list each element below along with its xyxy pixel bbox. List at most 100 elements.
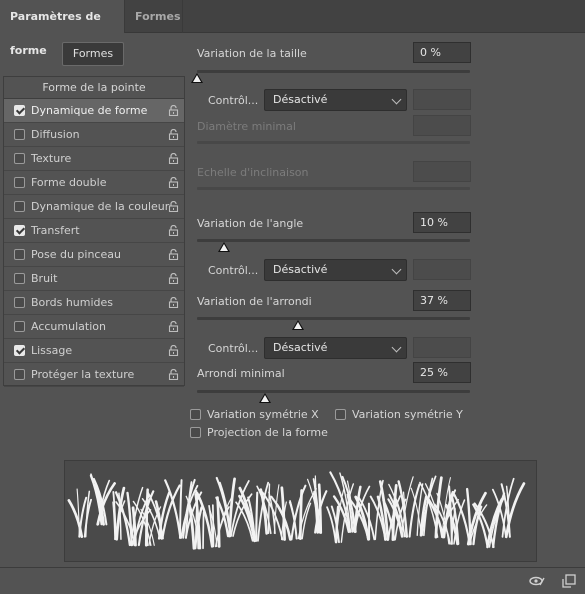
min-roundness-slider[interactable] [197, 390, 470, 393]
grass-blade [255, 491, 259, 542]
angle-variation-slider[interactable] [197, 239, 470, 242]
min-roundness-label: Arrondi minimal [197, 367, 285, 380]
option-checkbox[interactable] [14, 249, 25, 260]
chevron-down-icon [391, 264, 402, 275]
tab-brushes[interactable]: Formes [125, 0, 183, 33]
brush-option-item[interactable]: Bruit [4, 267, 184, 291]
option-label: Protéger la texture [31, 368, 135, 381]
option-label: Dynamique de forme [31, 104, 148, 117]
control-extra-field-2 [413, 259, 471, 280]
brush-option-item[interactable]: Transfert [4, 219, 184, 243]
chevron-down-icon [391, 342, 402, 353]
brush-option-item[interactable]: Dynamique de forme [4, 99, 184, 123]
control-label-1: Contrôl... [208, 94, 259, 107]
lock-icon[interactable] [168, 345, 179, 356]
tilt-scale-field [413, 161, 471, 182]
option-label: Transfert [31, 224, 80, 237]
lock-icon[interactable] [168, 273, 179, 284]
lock-icon[interactable] [168, 201, 179, 212]
brush-projection-checkbox[interactable] [190, 427, 201, 438]
brush-option-item[interactable]: Dynamique de la couleur [4, 195, 184, 219]
roundness-variation-thumb[interactable] [292, 320, 304, 330]
option-checkbox[interactable] [14, 105, 25, 116]
size-variation-label: Variation de la taille [197, 47, 307, 60]
tilt-scale-label: Echelle d'inclinaison [197, 166, 309, 179]
min-roundness-thumb[interactable] [259, 393, 272, 403]
brush-option-item[interactable]: Pose du pinceau [4, 243, 184, 267]
brush-options-list: Forme de la pointe Dynamique de forme Dif… [3, 76, 185, 387]
option-checkbox[interactable] [14, 177, 25, 188]
lock-icon[interactable] [168, 153, 179, 164]
flip-x-checkbox[interactable] [190, 409, 201, 420]
option-checkbox[interactable] [14, 129, 25, 140]
option-checkbox[interactable] [14, 225, 25, 236]
lock-icon[interactable] [168, 321, 179, 332]
angle-variation-label: Variation de l'angle [197, 217, 304, 230]
option-label: Dynamique de la couleur [31, 200, 170, 213]
size-variation-slider[interactable] [197, 70, 470, 73]
control-label-2: Contrôl... [208, 264, 259, 277]
size-variation-field[interactable]: 0 % [413, 42, 471, 63]
brush-projection-label: Projection de la forme [207, 426, 328, 439]
eye-brush-icon[interactable] [529, 574, 545, 588]
tab-brush-settings[interactable]: Paramètres de forme [0, 0, 125, 57]
size-variation-thumb[interactable] [191, 73, 203, 83]
brush-stroke-preview [64, 460, 537, 562]
lock-icon[interactable] [168, 297, 179, 308]
control-select-3[interactable]: Désactivé [264, 337, 407, 359]
angle-variation-field[interactable]: 10 % [413, 212, 471, 233]
new-preset-icon[interactable] [561, 574, 577, 588]
min-roundness-field[interactable]: 25 % [413, 362, 471, 383]
brush-option-item[interactable]: Protéger la texture [4, 363, 184, 387]
option-label: Forme double [31, 176, 107, 189]
flip-y-label: Variation symétrie Y [352, 408, 463, 421]
brush-option-item[interactable]: Accumulation [4, 315, 184, 339]
option-checkbox[interactable] [14, 201, 25, 212]
control-select-3-value: Désactivé [273, 341, 328, 354]
option-label: Pose du pinceau [31, 248, 121, 261]
roundness-variation-slider[interactable] [197, 317, 470, 320]
option-checkbox[interactable] [14, 273, 25, 284]
control-label-3: Contrôl... [208, 342, 259, 355]
grass-stroke-preview-image [67, 471, 526, 550]
lock-icon[interactable] [168, 177, 179, 188]
min-diameter-label: Diamètre minimal [197, 120, 296, 133]
brush-option-item[interactable]: Texture [4, 147, 184, 171]
brush-tip-shape-header[interactable]: Forme de la pointe [4, 77, 184, 99]
lock-icon[interactable] [168, 105, 179, 116]
flip-y-checkbox[interactable] [335, 409, 346, 420]
min-diameter-slider [197, 141, 470, 144]
grass-blade [267, 483, 271, 535]
brush-option-item[interactable]: Forme double [4, 171, 184, 195]
option-checkbox[interactable] [14, 321, 25, 332]
grass-blade [298, 489, 303, 541]
roundness-variation-field[interactable]: 37 % [413, 290, 471, 311]
option-checkbox[interactable] [14, 153, 25, 164]
lock-icon[interactable] [168, 249, 179, 260]
option-checkbox[interactable] [14, 345, 25, 356]
brushes-button[interactable]: Formes [62, 42, 124, 66]
control-select-2-value: Désactivé [273, 263, 328, 276]
option-label: Bords humides [31, 296, 114, 309]
min-diameter-field [413, 115, 471, 136]
control-select-1-value: Désactivé [273, 93, 328, 106]
option-checkbox[interactable] [14, 369, 25, 380]
brush-option-item[interactable]: Lissage [4, 339, 184, 363]
option-label: Accumulation [31, 320, 106, 333]
roundness-variation-label: Variation de l'arrondi [197, 295, 312, 308]
lock-icon[interactable] [168, 225, 179, 236]
lock-icon[interactable] [168, 129, 179, 140]
control-select-1[interactable]: Désactivé [264, 89, 407, 111]
grass-blade [202, 511, 205, 550]
grass-blade [67, 499, 84, 539]
option-label: Diffusion [31, 128, 80, 141]
brush-option-item[interactable]: Bords humides [4, 291, 184, 315]
option-checkbox[interactable] [14, 297, 25, 308]
chevron-down-icon [391, 94, 402, 105]
angle-variation-thumb[interactable] [218, 242, 231, 252]
brush-option-item[interactable]: Diffusion [4, 123, 184, 147]
lock-icon[interactable] [168, 369, 179, 380]
option-label: Lissage [31, 344, 73, 357]
flip-x-label: Variation symétrie X [207, 408, 319, 421]
control-select-2[interactable]: Désactivé [264, 259, 407, 281]
